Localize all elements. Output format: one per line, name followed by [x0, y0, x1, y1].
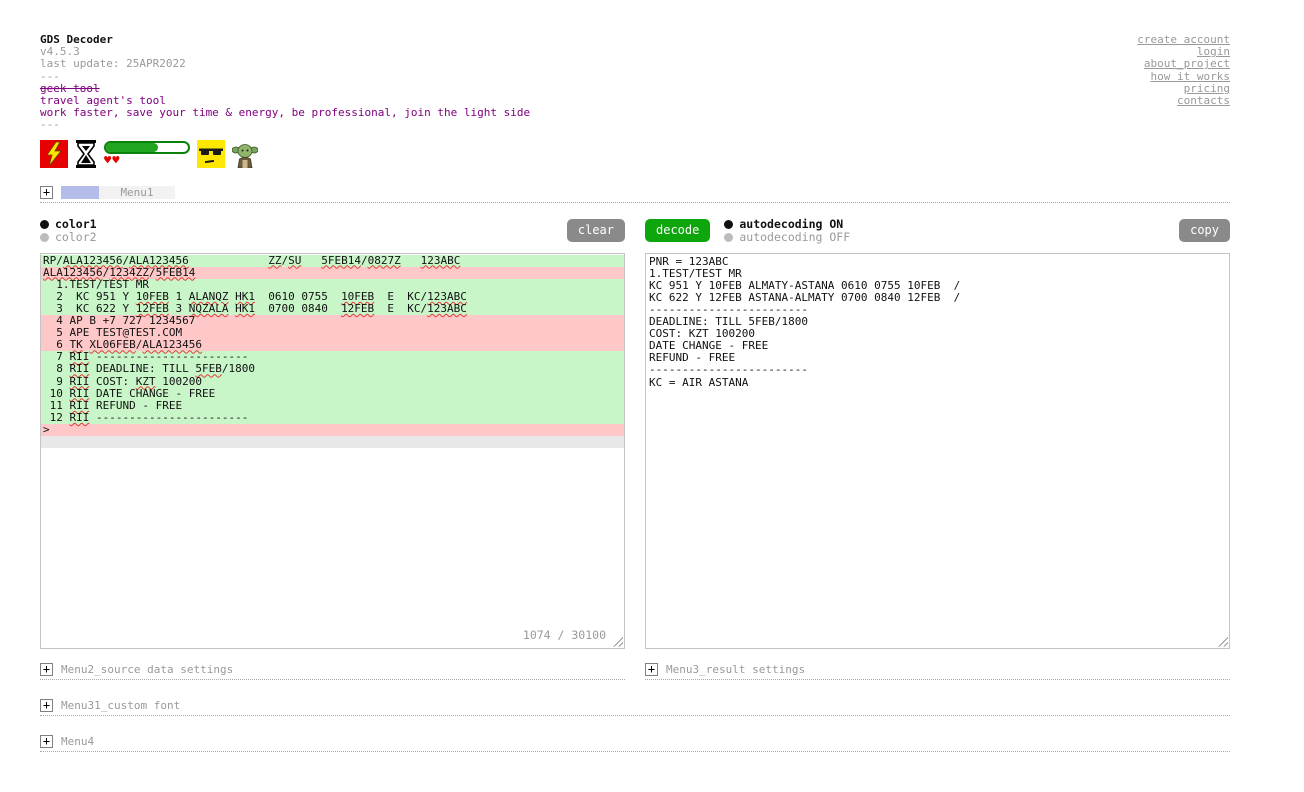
nav-links: create account login about_project how i… — [1137, 34, 1230, 107]
menu3: Menu3_result settings — [645, 663, 1230, 680]
decode-button[interactable]: decode — [645, 219, 710, 242]
how-it-works-link[interactable]: how it works — [1137, 71, 1230, 83]
progress-hearts-icon — [104, 141, 190, 166]
menu31: Menu31_custom font — [40, 699, 1230, 716]
source-line: 12 RII ----------------------- — [41, 412, 624, 424]
char-counter: 1074 / 30100 — [523, 629, 606, 641]
result-text: PNR = 123ABC 1.TEST/TEST MR KC 951 Y 10F… — [646, 254, 1229, 389]
menu1: Menu1 — [40, 186, 1230, 203]
color2-dot-icon — [40, 233, 49, 242]
menu3-expand-plus-icon[interactable] — [645, 663, 658, 676]
copy-button[interactable]: copy — [1179, 219, 1230, 242]
clear-button[interactable]: clear — [567, 219, 625, 242]
autodecoding-on-option[interactable]: autodecoding ON — [724, 219, 850, 230]
resize-grip[interactable] — [613, 637, 623, 647]
app-last-update: last update: 25APR2022 — [40, 58, 530, 70]
separator-line: --- — [40, 119, 530, 131]
bottom-menus: Menu2_source data settings Menu3_result … — [40, 663, 1230, 752]
result-panel-header: decode autodecoding ON autodecoding OFF … — [645, 219, 1230, 243]
menu1-expand-plus-icon[interactable] — [40, 186, 53, 199]
menu4-label[interactable]: Menu4 — [61, 735, 94, 748]
menu4-expand-plus-icon[interactable] — [40, 735, 53, 748]
color2-option[interactable]: color2 — [40, 232, 97, 243]
autodecoding-off-label: autodecoding OFF — [739, 230, 850, 244]
autodecoding-off-option[interactable]: autodecoding OFF — [724, 232, 850, 243]
menu31-expand-plus-icon[interactable] — [40, 699, 53, 712]
lightning-icon — [40, 140, 68, 168]
color1-option[interactable]: color1 — [40, 219, 97, 230]
result-output: PNR = 123ABC 1.TEST/TEST MR KC 951 Y 10F… — [645, 253, 1230, 649]
menu1-label[interactable]: Menu1 — [99, 186, 175, 199]
autodecoding-off-dot-icon — [724, 233, 733, 242]
source-editor[interactable]: RP/ALA123456/ALA123456 ZZ/SU 5FEB14/0827… — [40, 253, 625, 649]
menu3-label[interactable]: Menu3_result settings — [666, 663, 805, 676]
progress-bar-icon — [104, 141, 190, 154]
menu2-expand-plus-icon[interactable] — [40, 663, 53, 676]
menu2-label[interactable]: Menu2_source data settings — [61, 663, 233, 676]
menu1-progress-fill — [61, 186, 99, 199]
about-project-link[interactable]: about_project — [1137, 58, 1230, 70]
panels: color1 color2 clear RP/ALA123456/ALA1234… — [40, 219, 1230, 649]
autodecoding-on-label: autodecoding ON — [739, 217, 843, 231]
contacts-link[interactable]: contacts — [1137, 95, 1230, 107]
menus-row: Menu2_source data settings Menu3_result … — [40, 663, 1230, 680]
color-legend: color1 color2 — [40, 219, 97, 245]
autodecoding-on-dot-icon — [724, 220, 733, 229]
color1-label: color1 — [55, 217, 97, 231]
tagline-work-faster: work faster, save your time & energy, be… — [40, 107, 530, 119]
hearts-icon — [104, 155, 120, 166]
title-block: GDS Decoder v4.5.3 last update: 25APR202… — [40, 34, 530, 132]
menu1-progress-bar: Menu1 — [61, 186, 175, 199]
menu31-label[interactable]: Menu31_custom font — [61, 699, 180, 712]
cool-face-icon — [197, 140, 225, 168]
source-panel-header: color1 color2 clear — [40, 219, 625, 243]
menu4: Menu4 — [40, 735, 1230, 752]
color1-dot-icon — [40, 220, 49, 229]
hourglass-icon — [75, 140, 97, 168]
resize-grip[interactable] — [1218, 637, 1228, 647]
source-line: > — [41, 424, 624, 436]
source-lines: RP/ALA123456/ALA123456 ZZ/SU 5FEB14/0827… — [41, 254, 624, 449]
autodecoding-legend: autodecoding ON autodecoding OFF — [724, 219, 850, 245]
separator-line: --- — [40, 71, 530, 83]
app-title: GDS Decoder — [40, 34, 530, 46]
yoda-icon — [232, 140, 258, 168]
source-panel: color1 color2 clear RP/ALA123456/ALA1234… — [40, 219, 625, 649]
header: GDS Decoder v4.5.3 last update: 25APR202… — [40, 34, 1230, 132]
page: GDS Decoder v4.5.3 last update: 25APR202… — [40, 34, 1230, 752]
menu2: Menu2_source data settings — [40, 663, 625, 680]
header-icons — [40, 140, 1230, 172]
color2-label: color2 — [55, 230, 97, 244]
result-panel: decode autodecoding ON autodecoding OFF … — [645, 219, 1230, 649]
source-line — [41, 436, 624, 448]
